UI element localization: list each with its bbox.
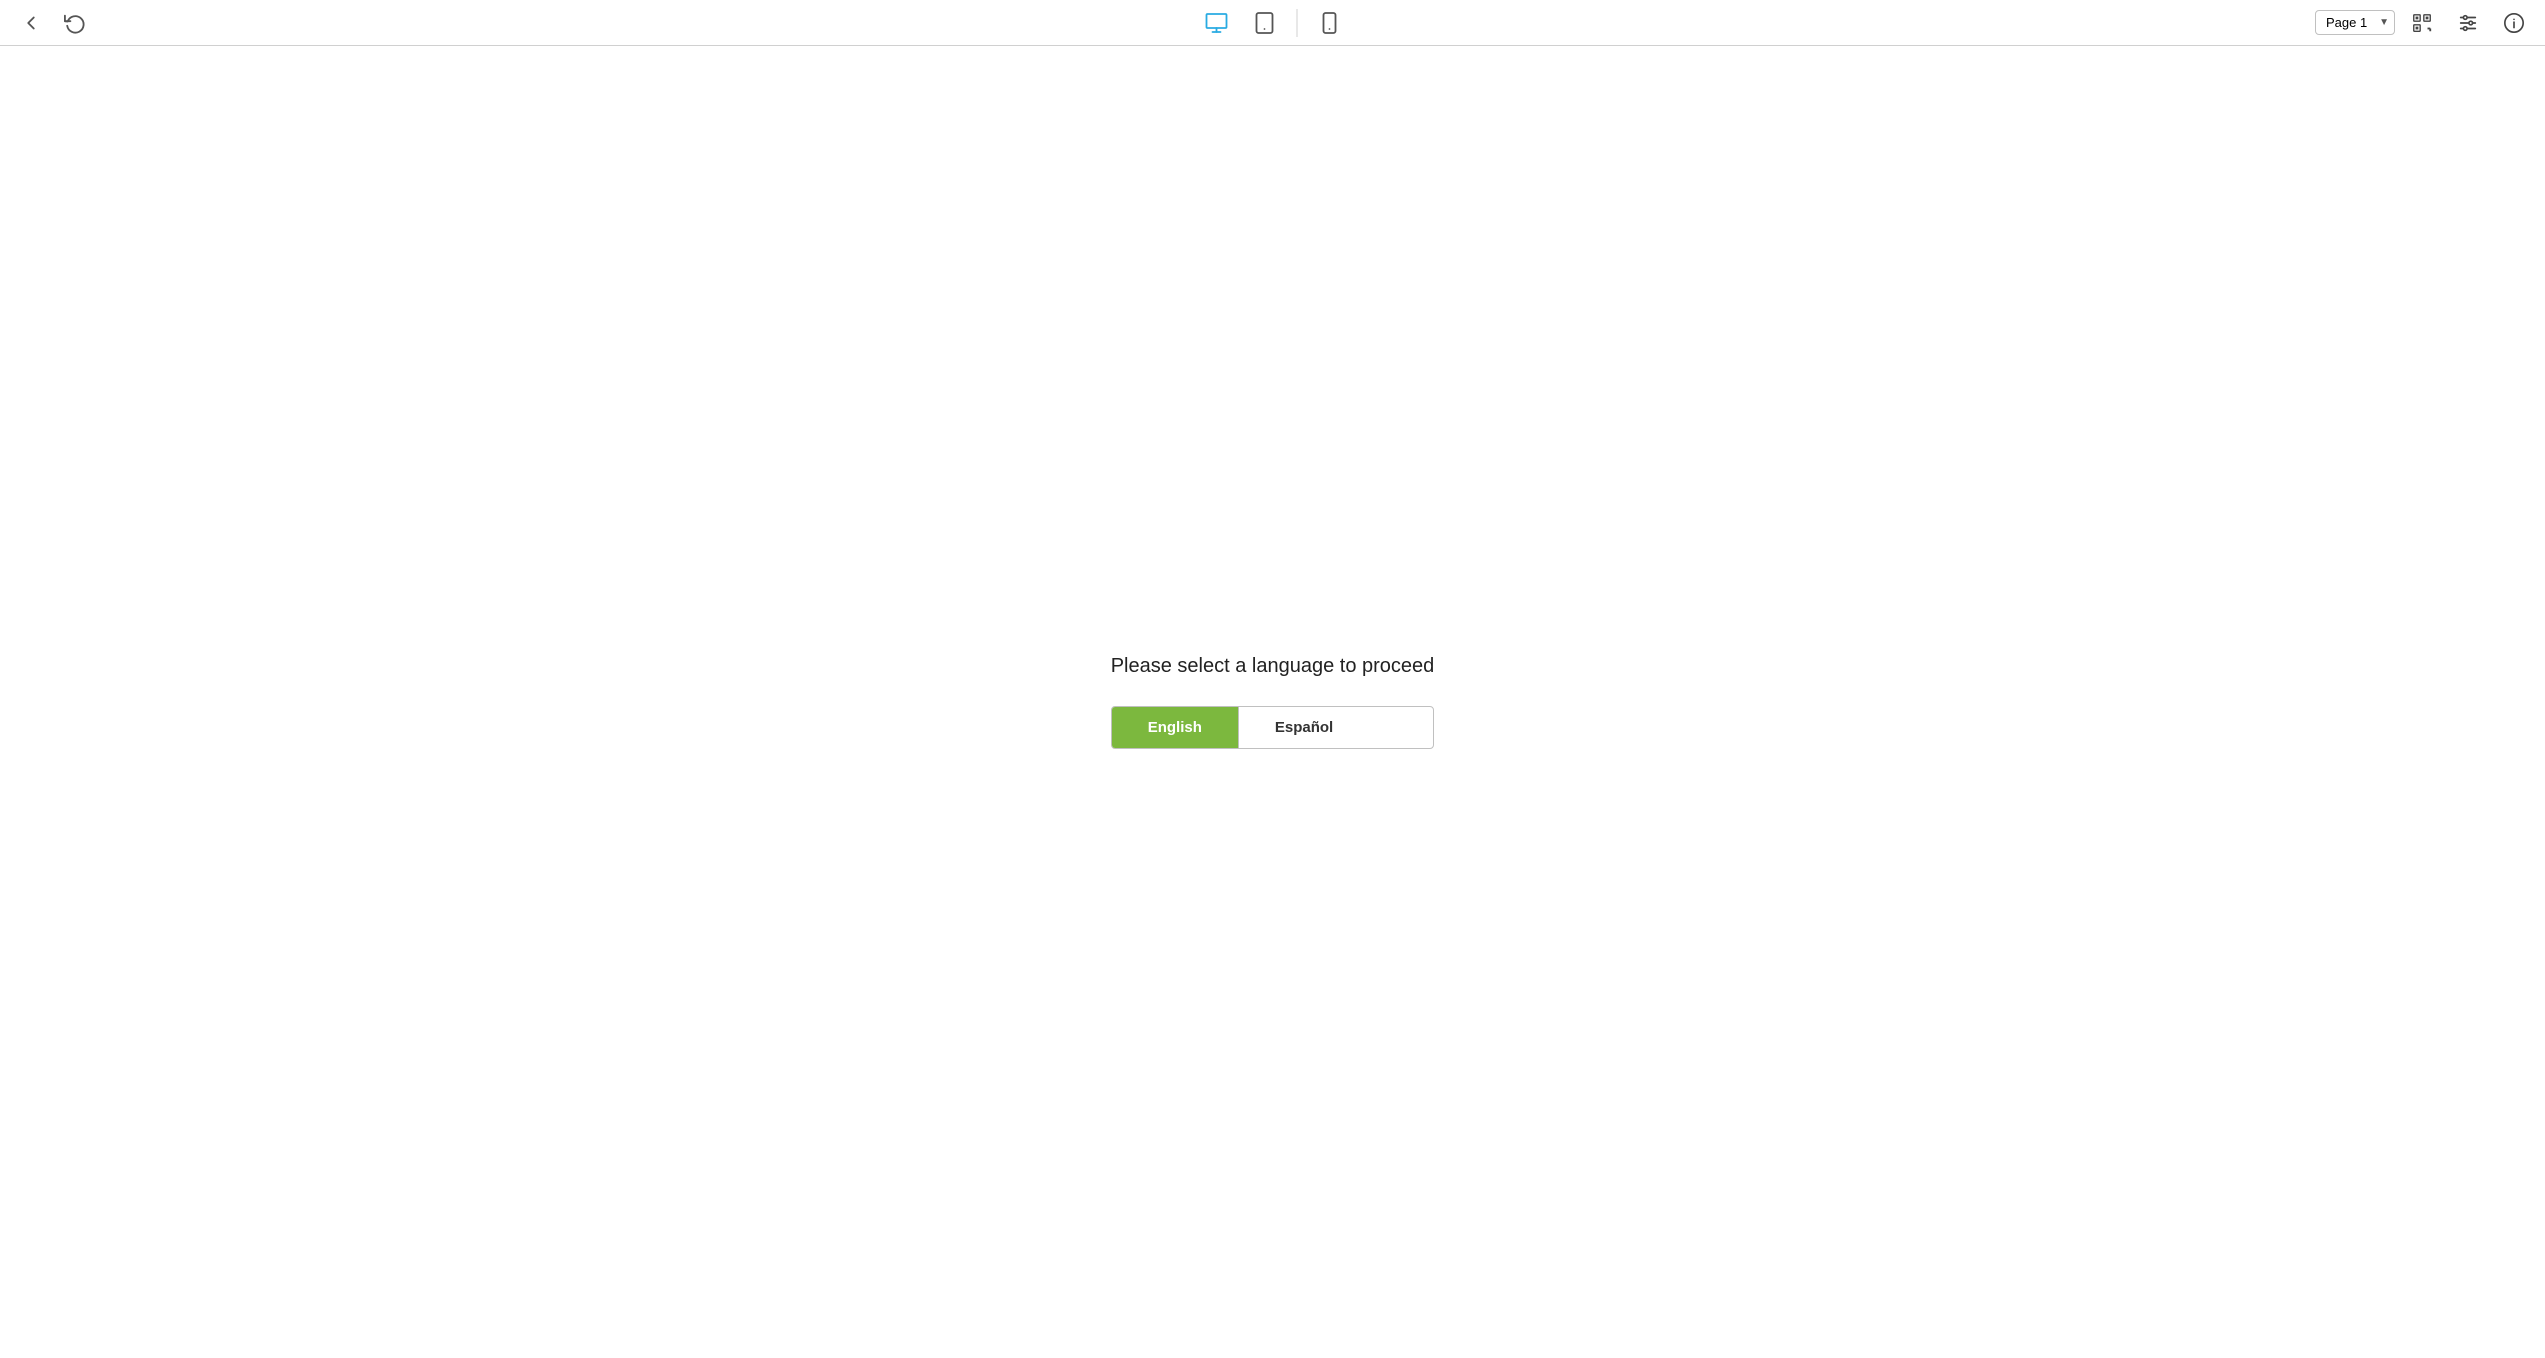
toolbar-right: Page 1 Page 2 Page 3 ▼ xyxy=(2315,6,2533,40)
desktop-view-button[interactable] xyxy=(1194,5,1238,41)
main-content: Please select a language to proceed Engl… xyxy=(0,46,2545,1358)
page-select[interactable]: Page 1 Page 2 Page 3 xyxy=(2315,10,2395,35)
language-buttons-group: English Español xyxy=(1111,706,1435,749)
mobile-view-button[interactable] xyxy=(1307,5,1351,41)
qr-code-button[interactable] xyxy=(2403,6,2441,40)
back-button[interactable] xyxy=(12,6,50,40)
language-prompt: Please select a language to proceed Engl… xyxy=(1111,655,1435,749)
refresh-button[interactable] xyxy=(56,6,94,40)
toolbar: Page 1 Page 2 Page 3 ▼ xyxy=(0,0,2545,46)
toolbar-divider xyxy=(1296,9,1297,37)
info-button[interactable] xyxy=(2495,6,2533,40)
espanol-button[interactable]: Español xyxy=(1238,707,1369,748)
toolbar-center xyxy=(1194,5,1351,41)
toolbar-left xyxy=(12,6,94,40)
page-select-wrapper: Page 1 Page 2 Page 3 ▼ xyxy=(2315,10,2395,35)
english-button[interactable]: English xyxy=(1112,707,1238,748)
prompt-heading: Please select a language to proceed xyxy=(1111,655,1435,678)
tablet-view-button[interactable] xyxy=(1242,5,1286,41)
settings-button[interactable] xyxy=(2449,6,2487,40)
content-area: Please select a language to proceed Engl… xyxy=(0,46,2545,1358)
